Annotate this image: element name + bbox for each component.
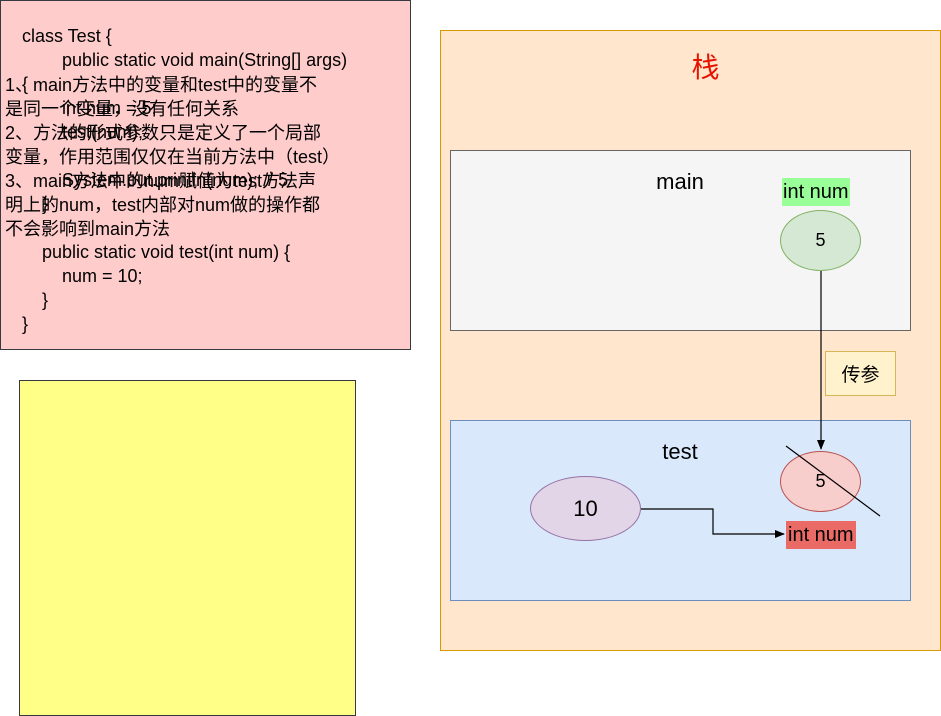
main-frame-title: main bbox=[656, 169, 704, 194]
code-line: class Test { bbox=[22, 26, 112, 46]
notes-panel bbox=[19, 380, 356, 716]
code-line: } bbox=[22, 290, 49, 310]
code-line: public static void test(int num) { bbox=[22, 242, 291, 262]
test-new-value-text: 10 bbox=[573, 495, 598, 521]
main-value-node: 5 bbox=[780, 210, 861, 271]
note-item-2: 2、方法的形式参数只是定义了一个局部变量，作用范围仅仅在当前方法中（test） bbox=[5, 123, 341, 167]
code-line: } bbox=[22, 314, 29, 334]
notes-list: 1、main方法中的变量和test中的变量不是同一个变量，没有任何关系 2、方法… bbox=[5, 73, 341, 241]
pass-parameter-text: 传参 bbox=[841, 364, 880, 386]
stack-title: 栈 bbox=[691, 51, 720, 84]
code-line: public static void main(String[] args) bbox=[22, 50, 348, 70]
note-item-1: 1、main方法中的变量和test中的变量不是同一个变量，没有任何关系 bbox=[5, 75, 318, 119]
main-var-label: int num bbox=[782, 178, 850, 206]
code-line: num = 10; bbox=[22, 266, 143, 286]
main-value-text: 5 bbox=[815, 230, 826, 250]
test-var-label: int num bbox=[786, 521, 856, 549]
test-new-value-node: 10 bbox=[530, 476, 641, 541]
note-item-3: 3、main方法中的num赋值为test方法声明上的num，test内部对num… bbox=[5, 171, 321, 239]
test-param-value-text: 5 bbox=[815, 471, 826, 491]
pass-parameter-label: 传参 bbox=[825, 351, 896, 396]
test-param-value-node: 5 bbox=[780, 451, 861, 512]
test-frame-title: test bbox=[662, 439, 698, 464]
